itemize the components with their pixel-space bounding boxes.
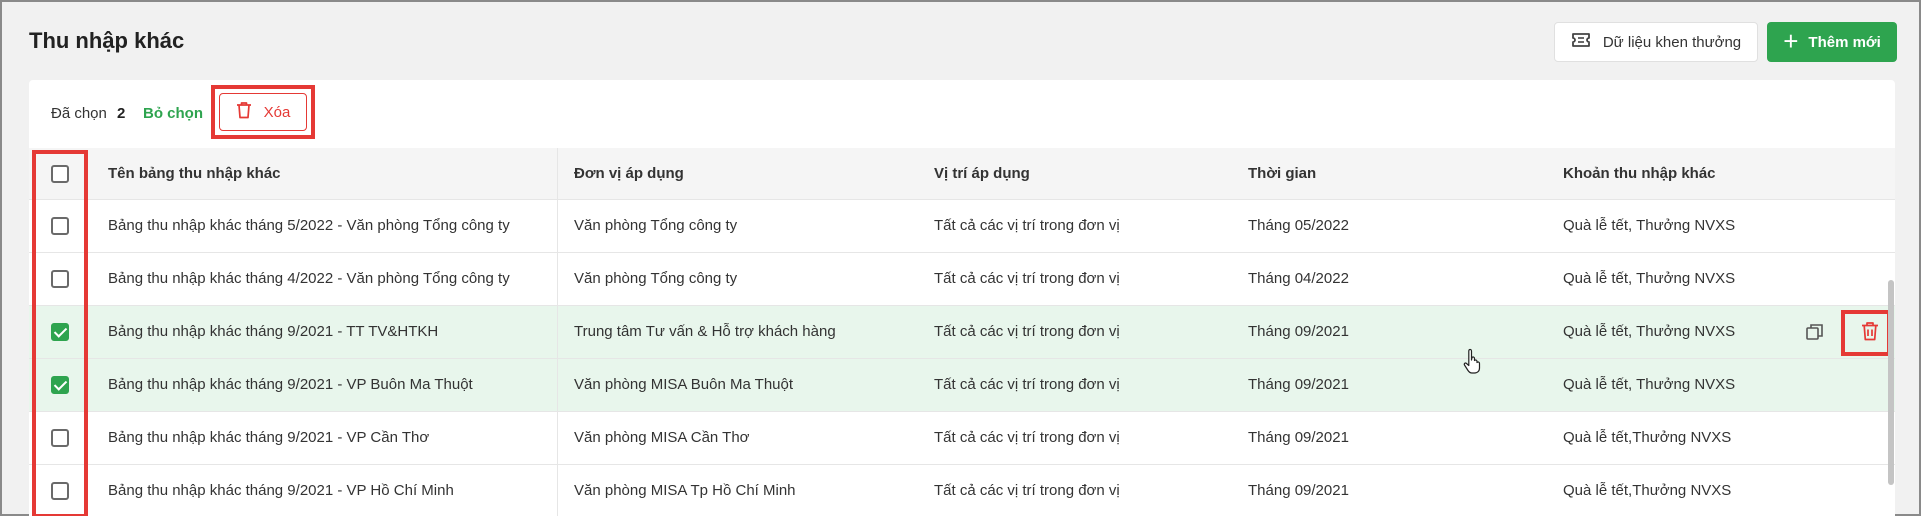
selected-label: Đã chọn [51, 105, 107, 122]
table-row[interactable]: Bảng thu nhập khác tháng 9/2021 - VP Buô… [29, 359, 1895, 412]
cell-time: Tháng 09/2021 [1248, 323, 1349, 340]
row-delete-button[interactable] [1851, 314, 1889, 352]
page-title: Thu nhập khác [29, 28, 185, 53]
cell-unit: Văn phòng Tổng công ty [574, 217, 738, 234]
cell-income: Quà lễ tết,Thưởng NVXS [1563, 429, 1732, 446]
copy-icon[interactable] [1805, 322, 1825, 342]
cell-position: Tất cả các vị trí trong đơn vị [934, 270, 1120, 287]
cell-income: Quà lễ tết, Thưởng NVXS [1563, 217, 1736, 234]
cell-unit: Văn phòng MISA Cần Thơ [574, 429, 750, 446]
cell-time: Tháng 05/2022 [1248, 217, 1349, 234]
cell-time: Tháng 09/2021 [1248, 429, 1349, 446]
column-header-income[interactable]: Khoản thu nhập khác [1563, 148, 1716, 200]
cell-name: Bảng thu nhập khác tháng 9/2021 - VP Buô… [108, 376, 473, 393]
cell-unit: Văn phòng MISA Buôn Ma Thuột [574, 376, 794, 393]
hand-cursor-icon [1462, 348, 1482, 374]
column-header-position[interactable]: Vị trí áp dụng [934, 148, 1030, 200]
cell-income: Quà lễ tết,Thưởng NVXS [1563, 482, 1732, 499]
add-new-label: Thêm mới [1808, 33, 1881, 51]
cell-unit: Văn phòng Tổng công ty [574, 270, 738, 287]
column-header-name[interactable]: Tên bảng thu nhập khác [108, 148, 281, 200]
cell-income: Quà lễ tết, Thưởng NVXS [1563, 323, 1736, 340]
table-header: Tên bảng thu nhập khác Đơn vị áp dụng Vị… [29, 148, 1895, 200]
checkbox-column-highlight-box [32, 150, 88, 516]
column-header-unit[interactable]: Đơn vị áp dụng [574, 148, 684, 200]
ticket-icon [1571, 31, 1591, 53]
cell-name: Bảng thu nhập khác tháng 9/2021 - VP Hồ … [108, 482, 454, 499]
add-new-button[interactable]: + Thêm mới [1767, 22, 1897, 62]
trash-icon [236, 101, 252, 123]
app-frame: Thu nhập khác Dữ liệu khen thưởng + Thêm… [0, 0, 1921, 516]
deselect-link[interactable]: Bỏ chọn [143, 105, 203, 122]
cell-name: Bảng thu nhập khác tháng 5/2022 - Văn ph… [108, 217, 510, 234]
cell-position: Tất cả các vị trí trong đơn vị [934, 217, 1120, 234]
table-row[interactable]: Bảng thu nhập khác tháng 9/2021 - VP Cần… [29, 412, 1895, 465]
cell-position: Tất cả các vị trí trong đơn vị [934, 482, 1120, 499]
vertical-scrollbar[interactable] [1887, 200, 1895, 516]
selection-toolbar: Đã chọn 2 Bỏ chọn Xóa [29, 80, 1895, 148]
trash-icon [1861, 321, 1879, 346]
cell-income: Quà lễ tết, Thưởng NVXS [1563, 270, 1736, 287]
cell-name: Bảng thu nhập khác tháng 4/2022 - Văn ph… [108, 270, 510, 287]
table-row[interactable]: Bảng thu nhập khác tháng 5/2022 - Văn ph… [29, 200, 1895, 253]
delete-selected-button[interactable]: Xóa [219, 93, 307, 131]
delete-selected-label: Xóa [263, 103, 291, 121]
cell-position: Tất cả các vị trí trong đơn vị [934, 323, 1120, 340]
reward-data-label: Dữ liệu khen thưởng [1602, 33, 1742, 51]
table-row[interactable]: Bảng thu nhập khác tháng 9/2021 - VP Hồ … [29, 465, 1895, 516]
column-divider [557, 148, 558, 516]
cell-time: Tháng 09/2021 [1248, 376, 1349, 393]
reward-data-button[interactable]: Dữ liệu khen thưởng [1554, 22, 1758, 62]
cell-name: Bảng thu nhập khác tháng 9/2021 - VP Cần… [108, 429, 430, 446]
table-row[interactable]: Bảng thu nhập khác tháng 4/2022 - Văn ph… [29, 253, 1895, 306]
cell-name: Bảng thu nhập khác tháng 9/2021 - TT TV&… [108, 323, 439, 340]
cell-time: Tháng 09/2021 [1248, 482, 1349, 499]
cell-position: Tất cả các vị trí trong đơn vị [934, 376, 1120, 393]
column-header-time[interactable]: Thời gian [1248, 148, 1316, 200]
cell-position: Tất cả các vị trí trong đơn vị [934, 429, 1120, 446]
table-row[interactable]: Bảng thu nhập khác tháng 9/2021 - TT TV&… [29, 306, 1895, 359]
cell-unit: Văn phòng MISA Tp Hồ Chí Minh [574, 482, 796, 499]
cell-unit: Trung tâm Tư vấn & Hỗ trợ khách hàng [574, 323, 836, 340]
cell-time: Tháng 04/2022 [1248, 270, 1349, 287]
list-panel: Đã chọn 2 Bỏ chọn Xóa Tên bảng thu nhập … [29, 80, 1895, 516]
plus-icon: + [1783, 26, 1799, 56]
cell-income: Quà lễ tết, Thưởng NVXS [1563, 376, 1736, 393]
selected-count: 2 [117, 105, 126, 122]
scrollbar-thumb[interactable] [1888, 280, 1894, 485]
